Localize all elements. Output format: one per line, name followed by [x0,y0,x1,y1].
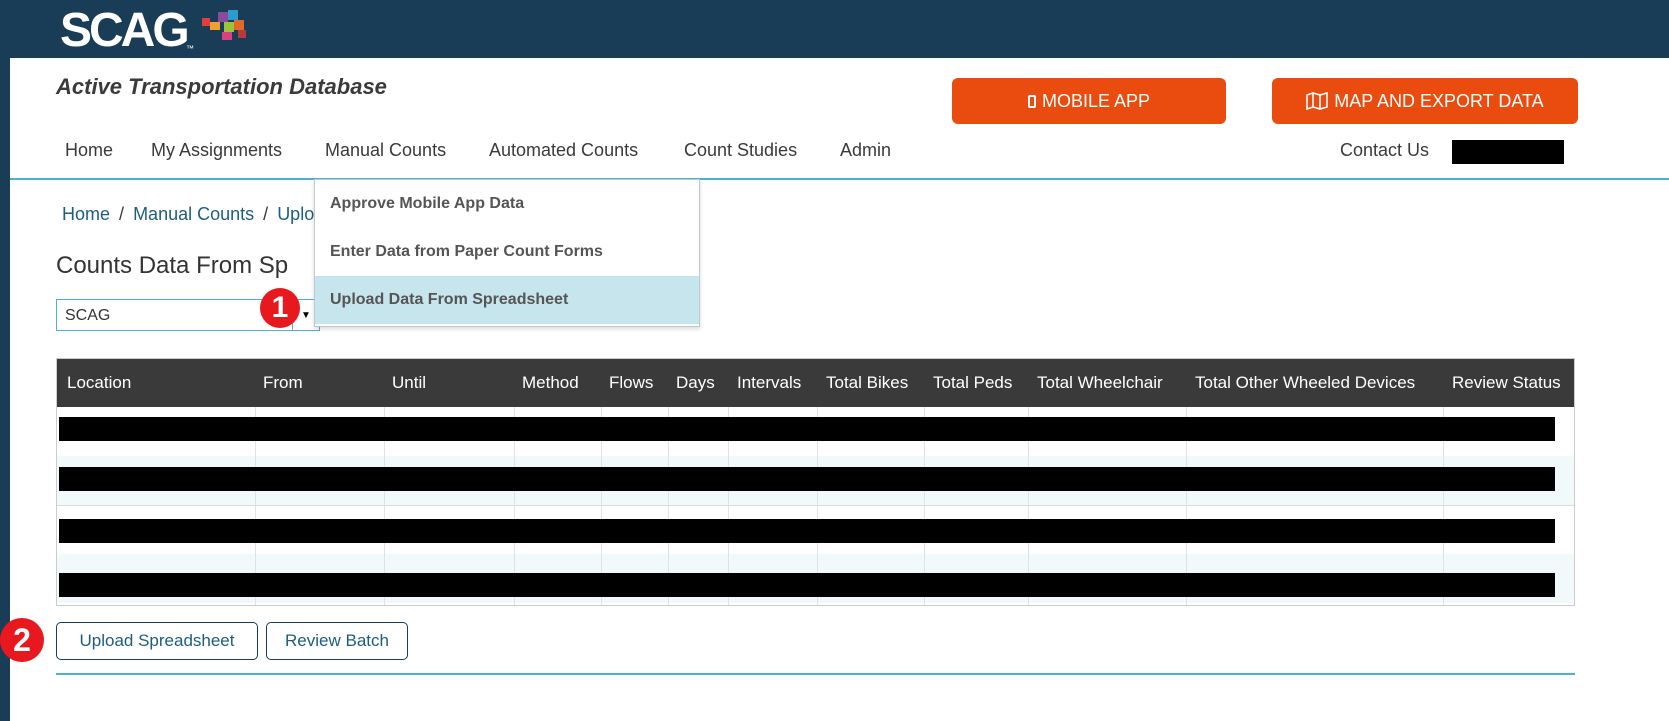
nav-my-assignments[interactable]: My Assignments [151,140,282,161]
col-flows[interactable]: Flows [609,373,653,393]
col-method[interactable]: Method [522,373,579,393]
table-header: Location From Until Method Flows Days In… [57,359,1574,407]
col-from[interactable]: From [263,373,303,393]
review-batch-button[interactable]: Review Batch [266,622,408,660]
org-select-value: SCAG [65,307,111,324]
dropdown-item-upload-spreadsheet[interactable]: Upload Data From Spreadsheet [315,276,699,324]
col-review-status[interactable]: Review Status [1452,373,1561,393]
manual-counts-dropdown: Approve Mobile App Data Enter Data from … [314,179,700,327]
col-days[interactable]: Days [676,373,715,393]
map-icon [1306,92,1329,110]
callout-badge-1: 1 [260,288,300,328]
callout-badge-2: 2 [0,618,44,662]
col-location[interactable]: Location [67,373,131,393]
main-nav: Home My Assignments Manual Counts Automa… [10,128,1669,180]
map-export-label: MAP AND EXPORT DATA [1334,90,1544,111]
nav-admin[interactable]: Admin [840,140,891,161]
dropdown-item-enter-paper[interactable]: Enter Data from Paper Count Forms [315,228,699,276]
nav-manual-counts[interactable]: Manual Counts [325,140,446,161]
breadcrumb-home[interactable]: Home [62,204,110,224]
redacted-row-content [59,467,1555,491]
nav-count-studies[interactable]: Count Studies [684,140,797,161]
main-panel: Active Transportation Database MOBILE AP… [10,58,1669,721]
col-total-bikes[interactable]: Total Bikes [826,373,908,393]
dropdown-item-approve-mobile[interactable]: Approve Mobile App Data [315,180,699,228]
app-title: Active Transportation Database [56,74,387,99]
footer-divider [56,673,1575,675]
col-intervals[interactable]: Intervals [737,373,801,393]
redacted-user-name [1452,140,1564,164]
upload-spreadsheet-button[interactable]: Upload Spreadsheet [56,622,258,660]
page-title: Counts Data From Sp [56,252,289,279]
nav-home[interactable]: Home [65,140,113,161]
nav-automated-counts[interactable]: Automated Counts [489,140,638,161]
logo-trademark: ™ [186,44,194,53]
breadcrumb-separator: / [119,204,125,224]
redacted-row-content [59,573,1555,597]
col-total-other-wheeled[interactable]: Total Other Wheeled Devices [1195,373,1415,393]
scag-logo[interactable]: SCAG [60,6,190,56]
breadcrumb-separator: / [263,204,269,224]
top-bar: SCAG ™ [0,0,1669,58]
scag-logo-mark-icon [202,10,246,40]
mobile-app-button[interactable]: MOBILE APP [952,78,1226,124]
breadcrumb-manual-counts[interactable]: Manual Counts [133,204,254,224]
mobile-app-label: MOBILE APP [1041,90,1151,111]
map-export-button[interactable]: MAP AND EXPORT DATA [1272,78,1578,124]
counts-table: Location From Until Method Flows Days In… [56,358,1575,606]
redacted-row-content [59,417,1555,441]
col-total-peds[interactable]: Total Peds [933,373,1012,393]
nav-contact-us[interactable]: Contact Us [1340,140,1429,161]
col-until[interactable]: Until [392,373,426,393]
mobile-phone-icon [1027,94,1036,108]
col-total-wheelchair[interactable]: Total Wheelchair [1037,373,1163,393]
breadcrumb-current[interactable]: Uplo [277,204,314,224]
breadcrumb: Home / Manual Counts / Uplo [62,204,314,225]
redacted-row-content [59,519,1555,543]
